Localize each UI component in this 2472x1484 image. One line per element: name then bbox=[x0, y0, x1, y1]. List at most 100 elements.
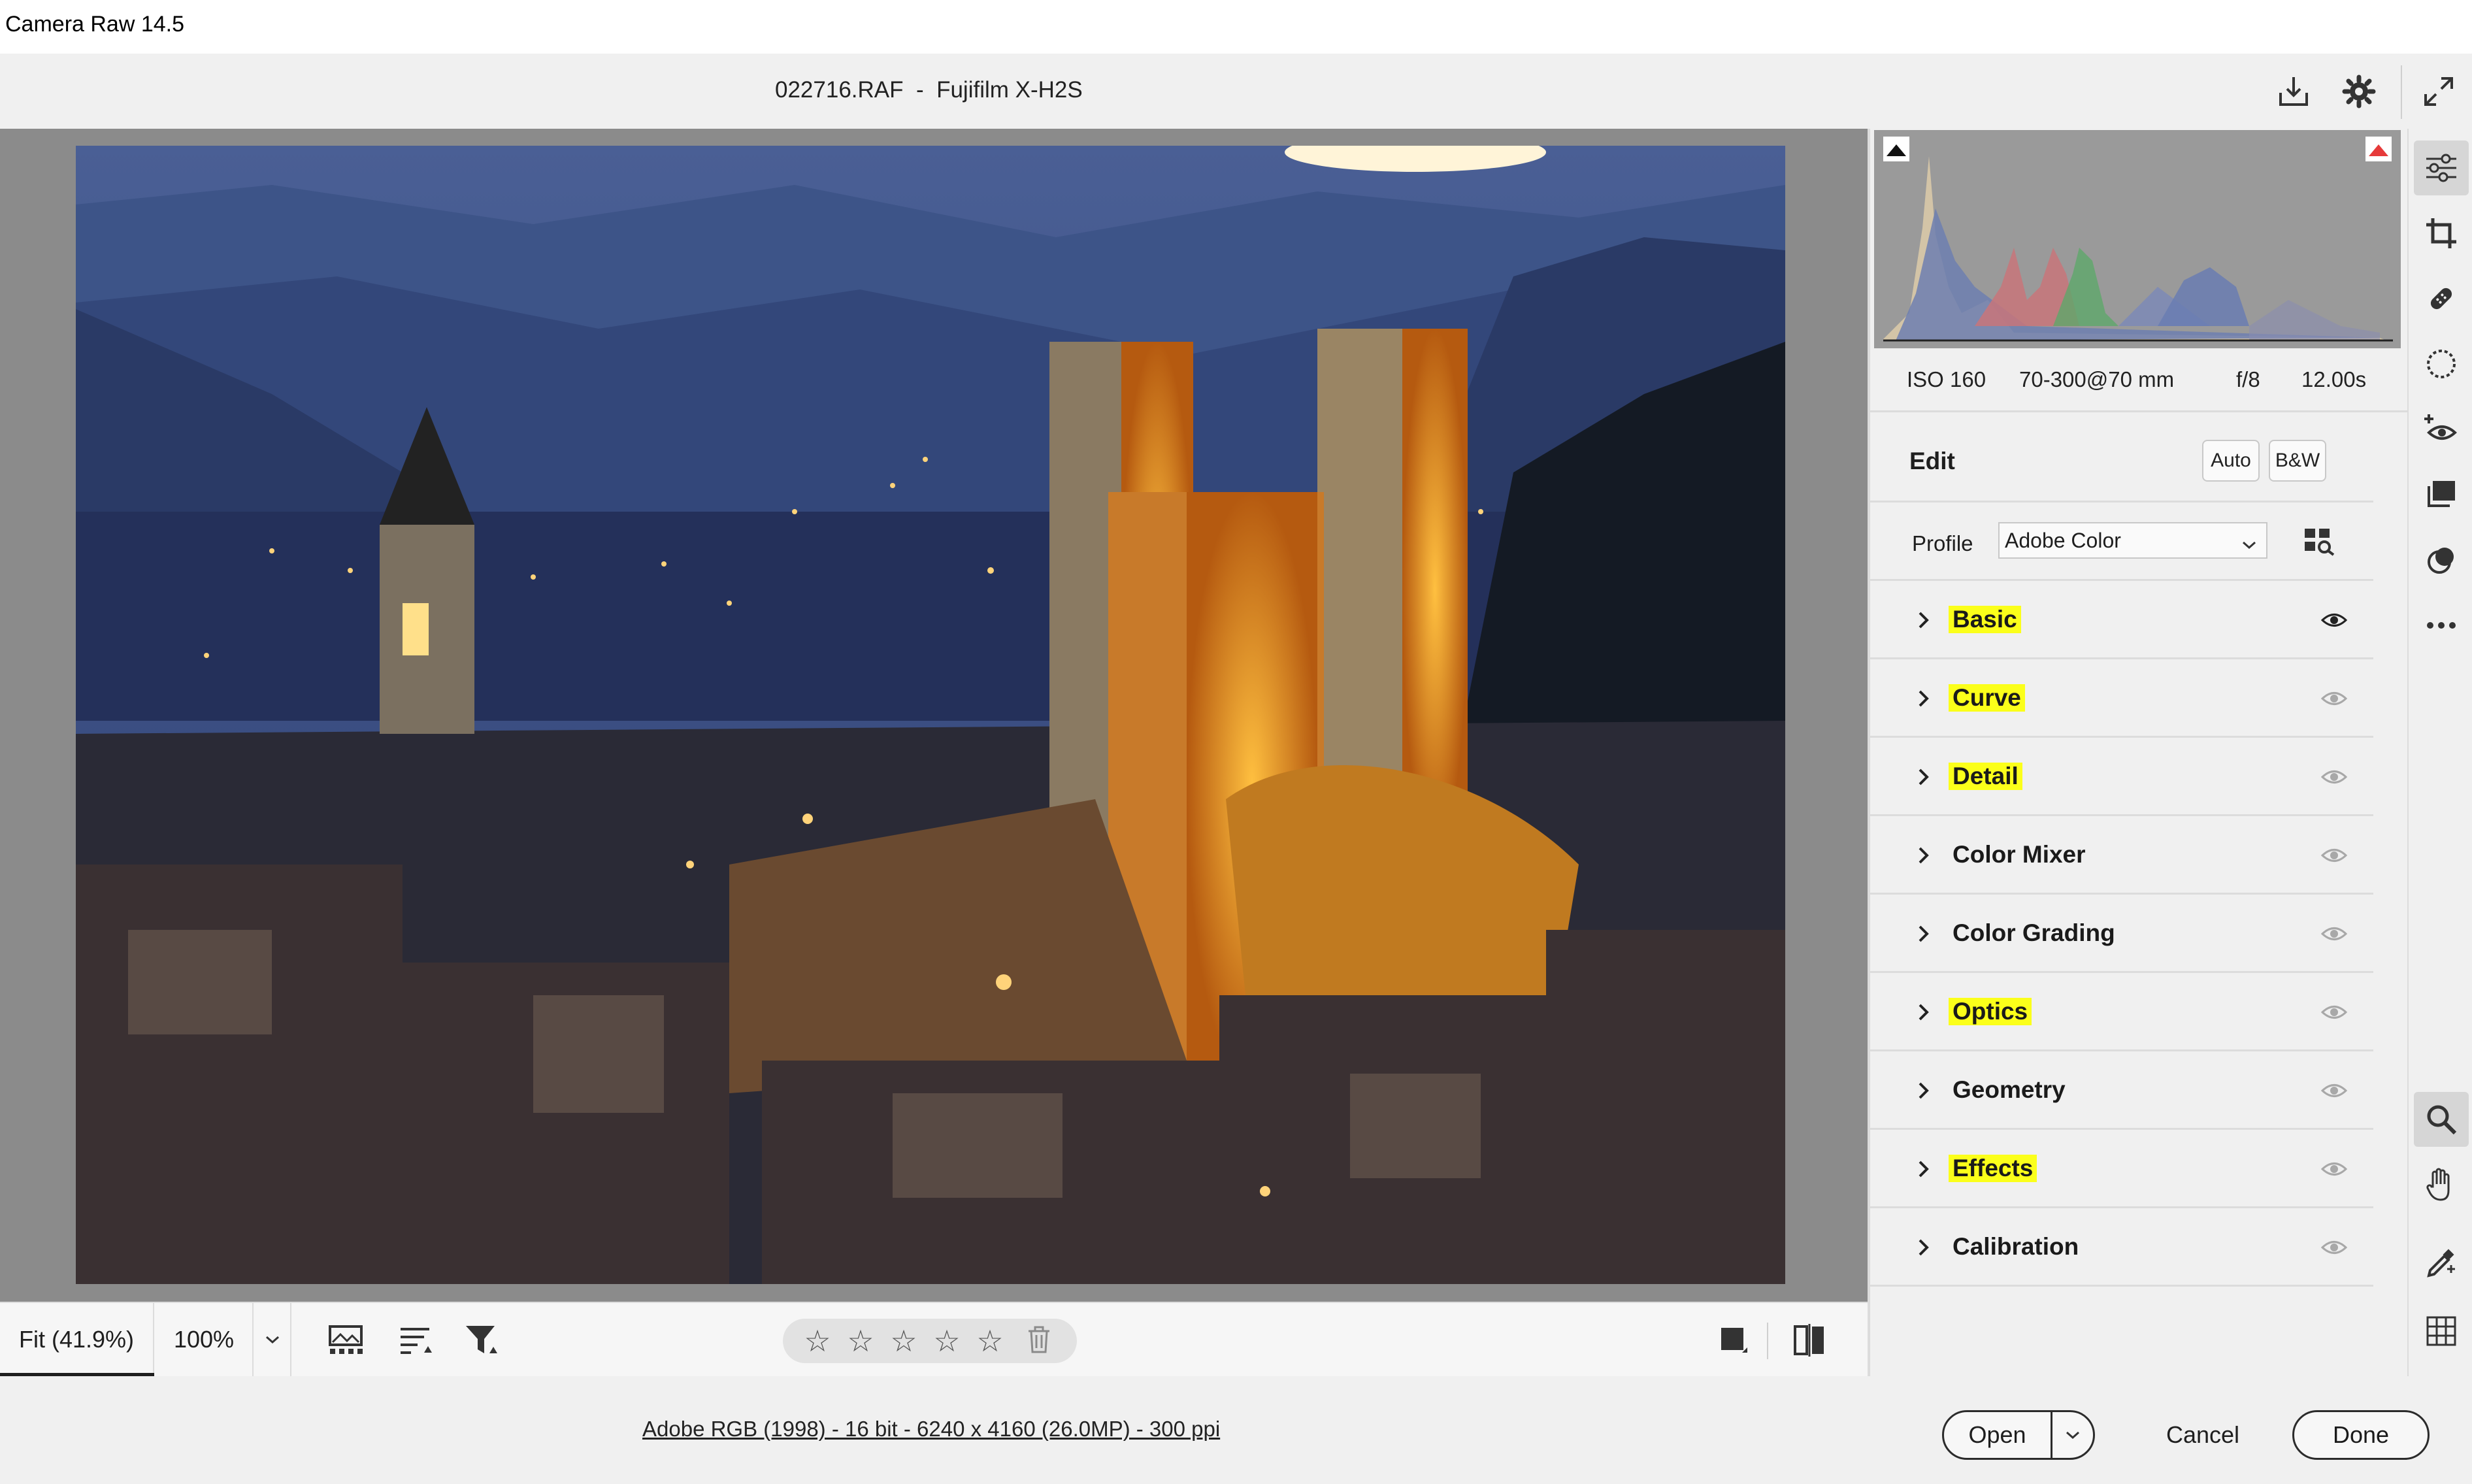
profile-row: Profile Adobe Color bbox=[1870, 503, 2373, 581]
visibility-eye-icon[interactable] bbox=[2318, 764, 2350, 790]
section-color-grading[interactable]: Color Grading bbox=[1870, 895, 2373, 973]
section-label[interactable]: Color Grading bbox=[1949, 919, 2119, 947]
canvas-toolbar: Fit (41.9%) 100% ☆ ☆ ☆ ☆ ☆ bbox=[0, 1302, 1868, 1376]
profile-label: Profile bbox=[1912, 531, 1973, 555]
filter-icon[interactable] bbox=[460, 1319, 503, 1362]
visibility-eye-icon[interactable] bbox=[2318, 842, 2350, 868]
visibility-eye-icon[interactable] bbox=[2318, 607, 2350, 633]
dialog-footer: Open Cancel Done bbox=[1868, 1376, 2472, 1484]
zoom-icon[interactable] bbox=[2414, 1092, 2469, 1147]
section-effects[interactable]: Effects bbox=[1870, 1130, 2373, 1208]
rating-star-5[interactable]: ☆ bbox=[975, 1326, 1005, 1356]
rating-star-3[interactable]: ☆ bbox=[889, 1326, 919, 1356]
crop-icon[interactable] bbox=[2414, 206, 2469, 261]
chevron-right-icon[interactable] bbox=[1911, 921, 1937, 947]
settings-gear-icon[interactable] bbox=[2335, 68, 2382, 115]
section-label[interactable]: Geometry bbox=[1949, 1076, 2069, 1104]
exif-iso: ISO 160 bbox=[1907, 367, 1986, 391]
grid-icon[interactable] bbox=[2414, 1304, 2469, 1359]
highlight-clipping-icon[interactable] bbox=[2365, 137, 2392, 161]
exif-lens: 70-300@70 mm bbox=[2019, 367, 2175, 391]
section-label[interactable]: Detail bbox=[1949, 763, 2022, 790]
status-bar: Adobe RGB (1998) - 16 bit - 6240 x 4160 … bbox=[0, 1376, 1868, 1484]
done-button[interactable]: Done bbox=[2292, 1410, 2430, 1460]
visibility-eye-icon[interactable] bbox=[2318, 921, 2350, 947]
chevron-right-icon[interactable] bbox=[1911, 1078, 1937, 1104]
open-button-group: Open bbox=[1942, 1410, 2095, 1460]
section-label[interactable]: Basic bbox=[1949, 606, 2021, 633]
edit-title: Edit bbox=[1909, 448, 1955, 474]
section-calibration[interactable]: Calibration bbox=[1870, 1208, 2373, 1287]
exif-aperture: f/8 bbox=[2236, 367, 2260, 391]
open-button[interactable]: Open bbox=[1944, 1412, 2052, 1458]
chevron-down-icon bbox=[2241, 531, 2257, 555]
chevron-right-icon[interactable] bbox=[1911, 999, 1937, 1025]
app-header: 022716.RAF - Fujifilm X-H2S bbox=[0, 54, 2472, 129]
before-after-toggle-icon[interactable] bbox=[1712, 1319, 1755, 1362]
edit-header: Edit Auto B&W bbox=[1870, 419, 2373, 503]
filmstrip-icon[interactable] bbox=[325, 1319, 369, 1362]
rating-star-2[interactable]: ☆ bbox=[846, 1326, 876, 1356]
exif-info: ISO 160 70-300@70 mm f/8 12.00s bbox=[1870, 348, 2407, 412]
visibility-eye-icon[interactable] bbox=[2318, 999, 2350, 1025]
more-icon[interactable] bbox=[2414, 598, 2469, 653]
save-icon[interactable] bbox=[2270, 68, 2317, 115]
header-divider bbox=[2401, 65, 2402, 119]
rating-star-4[interactable]: ☆ bbox=[932, 1326, 962, 1356]
visibility-eye-icon[interactable] bbox=[2318, 685, 2350, 712]
visibility-eye-icon[interactable] bbox=[2318, 1156, 2350, 1182]
profile-select-value: Adobe Color bbox=[2005, 528, 2121, 552]
presets-icon[interactable] bbox=[2414, 467, 2469, 522]
fullscreen-icon[interactable] bbox=[2415, 68, 2462, 115]
histogram bbox=[1874, 130, 2401, 348]
chevron-right-icon[interactable] bbox=[1911, 607, 1937, 633]
photo-preview[interactable] bbox=[76, 146, 1785, 1284]
section-label[interactable]: Effects bbox=[1949, 1155, 2037, 1182]
profile-browser-icon[interactable] bbox=[2301, 523, 2338, 560]
trash-icon[interactable] bbox=[1027, 1326, 1051, 1357]
file-title: 022716.RAF - Fujifilm X-H2S bbox=[775, 77, 1083, 103]
section-label[interactable]: Curve bbox=[1949, 684, 2025, 712]
exif-shutter: 12.00s bbox=[2301, 367, 2367, 391]
chevron-right-icon[interactable] bbox=[1911, 842, 1937, 868]
section-curve[interactable]: Curve bbox=[1870, 659, 2373, 738]
zoom-fit-button[interactable]: Fit (41.9%) bbox=[0, 1303, 154, 1376]
chevron-right-icon[interactable] bbox=[1911, 1156, 1937, 1182]
compare-view-icon[interactable] bbox=[1788, 1319, 1831, 1362]
section-detail[interactable]: Detail bbox=[1870, 738, 2373, 816]
workflow-options-link[interactable]: Adobe RGB (1998) - 16 bit - 6240 x 4160 … bbox=[642, 1417, 1220, 1442]
zoom-100-button[interactable]: 100% bbox=[156, 1303, 254, 1376]
image-canvas[interactable] bbox=[0, 129, 1868, 1302]
auto-button[interactable]: Auto bbox=[2202, 440, 2260, 482]
chevron-right-icon[interactable] bbox=[1911, 685, 1937, 712]
section-color-mixer[interactable]: Color Mixer bbox=[1870, 816, 2373, 895]
snapshots-icon[interactable] bbox=[2414, 533, 2469, 587]
rating-star-1[interactable]: ☆ bbox=[802, 1326, 832, 1356]
masking-icon[interactable] bbox=[2414, 337, 2469, 391]
chevron-right-icon[interactable] bbox=[1911, 764, 1937, 790]
cancel-button[interactable]: Cancel bbox=[2141, 1410, 2265, 1460]
section-optics[interactable]: Optics bbox=[1870, 973, 2373, 1051]
healing-icon[interactable] bbox=[2414, 271, 2469, 326]
section-label[interactable]: Color Mixer bbox=[1949, 841, 2090, 868]
star-rating[interactable]: ☆ ☆ ☆ ☆ ☆ bbox=[783, 1319, 1077, 1363]
chevron-right-icon[interactable] bbox=[1911, 1234, 1937, 1261]
hand-icon[interactable] bbox=[2414, 1157, 2469, 1212]
section-label[interactable]: Optics bbox=[1949, 998, 2032, 1025]
edit-sliders-icon[interactable] bbox=[2414, 140, 2469, 195]
open-options-chevron-icon[interactable] bbox=[2052, 1412, 2093, 1458]
red-eye-icon[interactable] bbox=[2414, 402, 2469, 457]
color-sampler-icon[interactable] bbox=[2414, 1236, 2469, 1291]
bw-button[interactable]: B&W bbox=[2269, 440, 2326, 482]
section-basic[interactable]: Basic bbox=[1870, 581, 2373, 659]
profile-select[interactable]: Adobe Color bbox=[1998, 522, 2267, 559]
zoom-dropdown-chevron-icon[interactable] bbox=[255, 1303, 291, 1376]
sort-icon[interactable] bbox=[395, 1319, 438, 1362]
shadow-clipping-icon[interactable] bbox=[1883, 137, 1909, 161]
section-geometry[interactable]: Geometry bbox=[1870, 1051, 2373, 1130]
visibility-eye-icon[interactable] bbox=[2318, 1234, 2350, 1261]
app-title: Camera Raw 14.5 bbox=[5, 12, 185, 37]
section-label[interactable]: Calibration bbox=[1949, 1233, 2083, 1261]
visibility-eye-icon[interactable] bbox=[2318, 1078, 2350, 1104]
toolbar-divider bbox=[1767, 1323, 1768, 1359]
